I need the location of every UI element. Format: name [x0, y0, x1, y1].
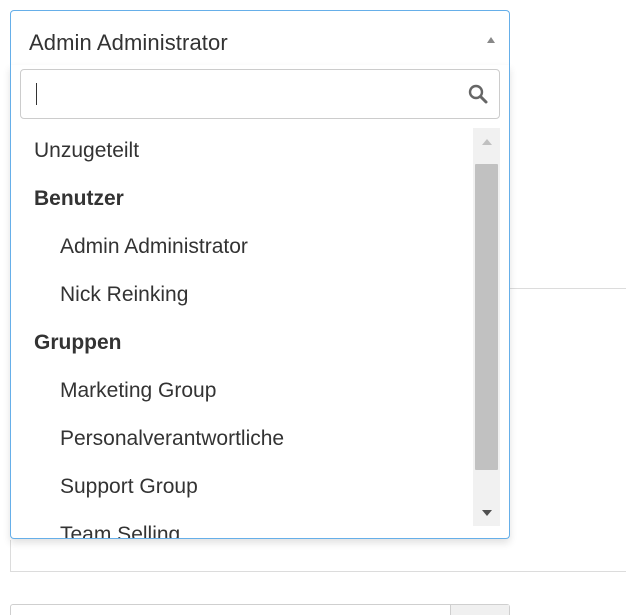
caret-up-icon [487, 37, 495, 43]
option-team-selling[interactable]: Team Selling [12, 511, 468, 538]
option-unassigned[interactable]: Unzugeteilt [12, 127, 468, 175]
group-label-users: Benutzer [34, 187, 124, 210]
background-divider [510, 288, 626, 289]
search-icon [468, 84, 488, 104]
group-label-groups: Gruppen [34, 331, 122, 354]
search-box[interactable] [20, 69, 500, 119]
scroll-down-arrow-icon[interactable] [473, 499, 500, 526]
select-dropdown: Unzugeteilt Benutzer Admin Administrator… [10, 65, 510, 539]
text-cursor [36, 83, 37, 105]
page: Admin Administrator Unzugeteilt Benutzer… [0, 0, 626, 615]
option-admin-administrator[interactable]: Admin Administrator [12, 223, 468, 271]
option-marketing-group[interactable]: Marketing Group [12, 367, 468, 415]
scroll-thumb[interactable] [475, 164, 498, 470]
option-support-group[interactable]: Support Group [12, 463, 468, 511]
option-nick-reinking[interactable]: Nick Reinking [12, 271, 468, 319]
background-input-addon[interactable] [450, 605, 509, 615]
selected-value: Admin Administrator [29, 30, 228, 55]
search-input[interactable] [29, 76, 453, 114]
option-personalverantwortliche[interactable]: Personalverantwortliche [12, 415, 468, 463]
results-scrollbar[interactable] [473, 128, 500, 526]
background-panel [10, 540, 626, 572]
assigned-user-select[interactable]: Admin Administrator [10, 10, 510, 67]
background-input-field[interactable] [10, 604, 510, 615]
scroll-up-arrow-icon[interactable] [473, 128, 500, 155]
results-list: Unzugeteilt Benutzer Admin Administrator… [12, 127, 468, 538]
